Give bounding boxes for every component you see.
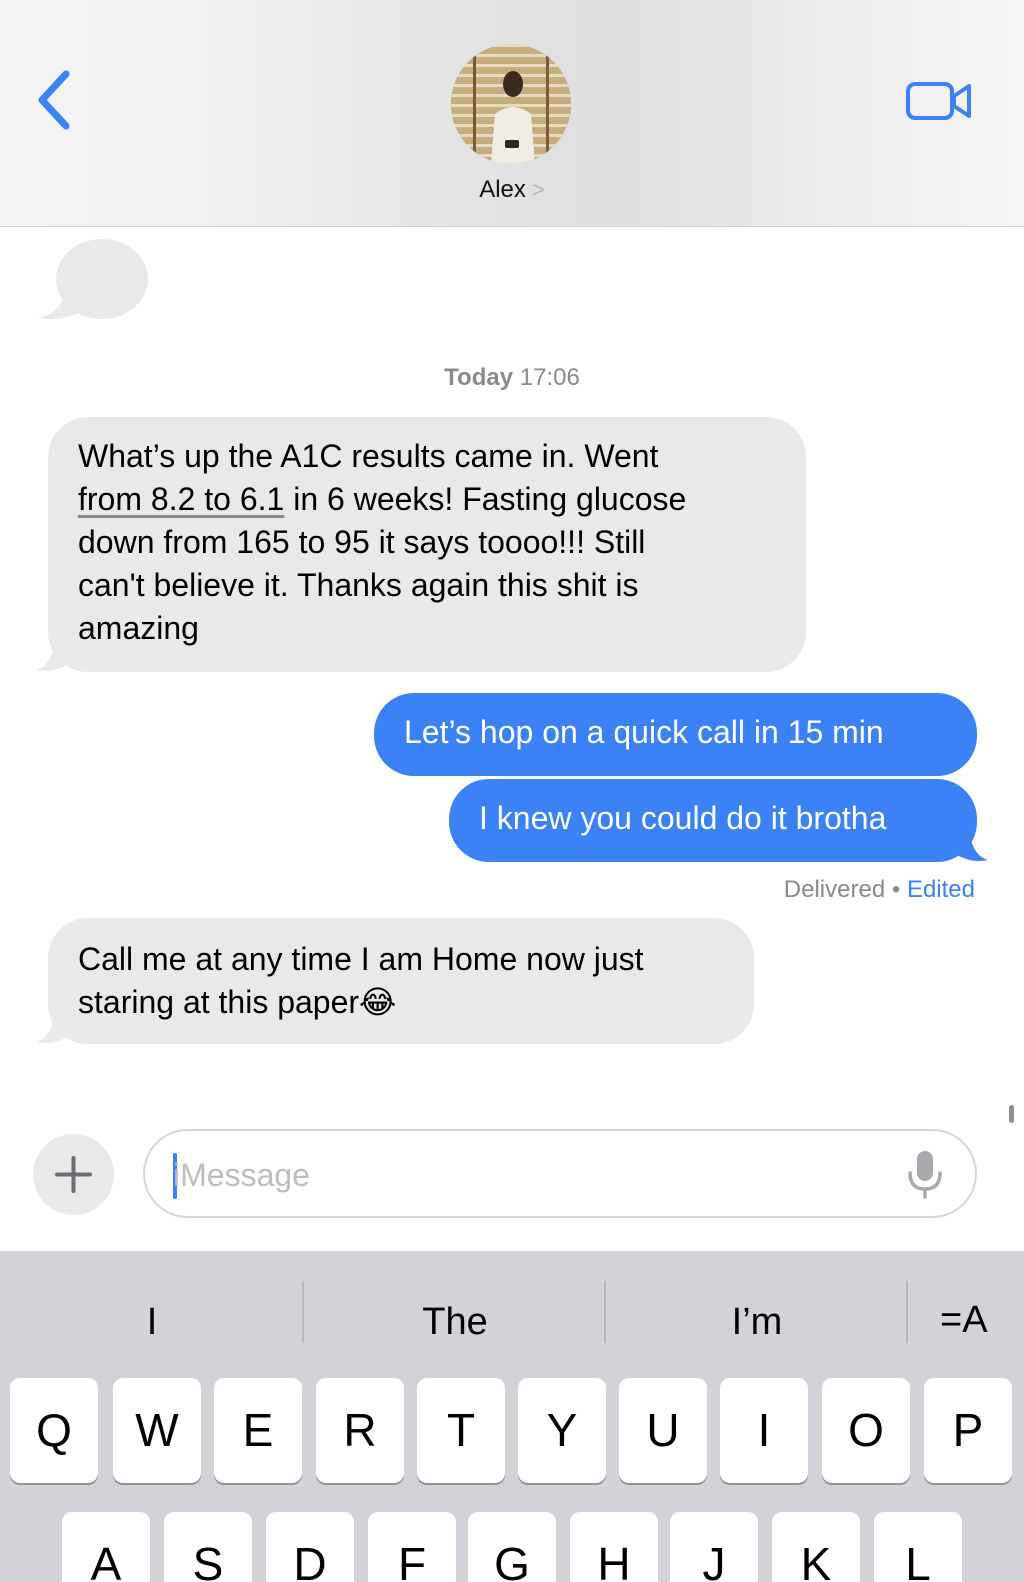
- outgoing-message[interactable]: Let’s hop on a quick call in 15 min: [374, 693, 977, 776]
- timestamp-day: Today: [444, 364, 514, 391]
- key-l[interactable]: L: [874, 1512, 962, 1582]
- microphone-icon: [908, 1151, 942, 1199]
- status-separator: •: [891, 876, 901, 903]
- message-input[interactable]: [173, 1151, 873, 1199]
- key-t[interactable]: T: [417, 1378, 505, 1483]
- incoming-message[interactable]: What’s up the A1C results came in. Went …: [48, 417, 806, 672]
- chevron-left-icon: [38, 70, 70, 130]
- message-text: I knew you could do it brotha: [479, 800, 887, 836]
- incoming-message[interactable]: Call me at any time I am Home now just s…: [48, 918, 754, 1044]
- suggestion-1[interactable]: I: [2, 1301, 302, 1344]
- dictation-button[interactable]: [905, 1147, 945, 1201]
- key-j[interactable]: J: [670, 1512, 758, 1582]
- contact-avatar[interactable]: [451, 44, 571, 164]
- key-e[interactable]: E: [214, 1378, 302, 1483]
- key-h[interactable]: H: [570, 1512, 658, 1582]
- key-o[interactable]: O: [822, 1378, 910, 1483]
- outgoing-message[interactable]: I knew you could do it brotha: [449, 779, 977, 862]
- message-line: in 6 weeks! Fasting glucose: [284, 481, 687, 517]
- laughing-emoji: 😂: [359, 984, 397, 1020]
- text-format-button[interactable]: =A: [940, 1299, 988, 1342]
- apps-plus-button[interactable]: [33, 1134, 114, 1215]
- key-s[interactable]: S: [164, 1512, 252, 1582]
- scroll-indicator[interactable]: [1009, 1105, 1014, 1123]
- message-line: can't believe it. Thanks again this shit…: [78, 567, 639, 603]
- message-line: staring at this paper: [78, 984, 360, 1020]
- suggestion-divider: [906, 1281, 908, 1343]
- edited-link[interactable]: Edited: [907, 876, 975, 903]
- message-line: amazing: [78, 610, 199, 646]
- delivered-label: Delivered: [783, 876, 886, 903]
- suggestion-3[interactable]: I’m: [607, 1301, 907, 1344]
- suggestion-divider: [302, 1281, 304, 1343]
- timestamp-time: 17:06: [519, 364, 580, 391]
- message-timestamp: Today 17:06: [0, 364, 1024, 392]
- facetime-video-button[interactable]: [905, 78, 975, 124]
- key-f[interactable]: F: [368, 1512, 456, 1582]
- key-r[interactable]: R: [316, 1378, 404, 1483]
- key-u[interactable]: U: [619, 1378, 707, 1483]
- contact-name-text: Alex: [479, 176, 526, 203]
- avatar-photo: [451, 44, 571, 164]
- chevron-right-icon: >: [531, 177, 545, 202]
- back-button[interactable]: [30, 68, 80, 136]
- key-k[interactable]: K: [772, 1512, 860, 1582]
- key-w[interactable]: W: [113, 1378, 201, 1483]
- key-g[interactable]: G: [468, 1512, 556, 1582]
- plus-icon: [55, 1156, 92, 1193]
- key-i[interactable]: I: [720, 1378, 808, 1483]
- key-a[interactable]: A: [62, 1512, 150, 1582]
- conversation-header: Alex >: [0, 0, 1024, 227]
- key-y[interactable]: Y: [518, 1378, 606, 1483]
- message-line: What’s up the A1C results came in. Went: [78, 438, 659, 474]
- message-line: down from 165 to 95 it says toooo!!! Sti…: [78, 524, 646, 560]
- delivery-status: Delivered • Edited: [784, 876, 975, 904]
- suggestion-divider: [604, 1281, 606, 1343]
- key-d[interactable]: D: [266, 1512, 354, 1582]
- message-text: Let’s hop on a quick call in 15 min: [404, 714, 884, 750]
- key-q[interactable]: Q: [10, 1378, 98, 1483]
- contact-name[interactable]: Alex >: [0, 176, 1024, 204]
- message-input-field[interactable]: [143, 1129, 977, 1218]
- video-camera-icon: [906, 82, 971, 120]
- suggestion-2[interactable]: The: [305, 1301, 605, 1344]
- key-p[interactable]: P: [924, 1378, 1012, 1483]
- typing-indicator-bubble: [38, 239, 148, 320]
- detected-data-link[interactable]: from 8.2 to 6.1: [78, 481, 284, 517]
- keyboard: I The I’m =A Q W E R T Y U I O P A S D F…: [0, 1251, 1024, 1582]
- message-line: Call me at any time I am Home now just: [78, 941, 644, 977]
